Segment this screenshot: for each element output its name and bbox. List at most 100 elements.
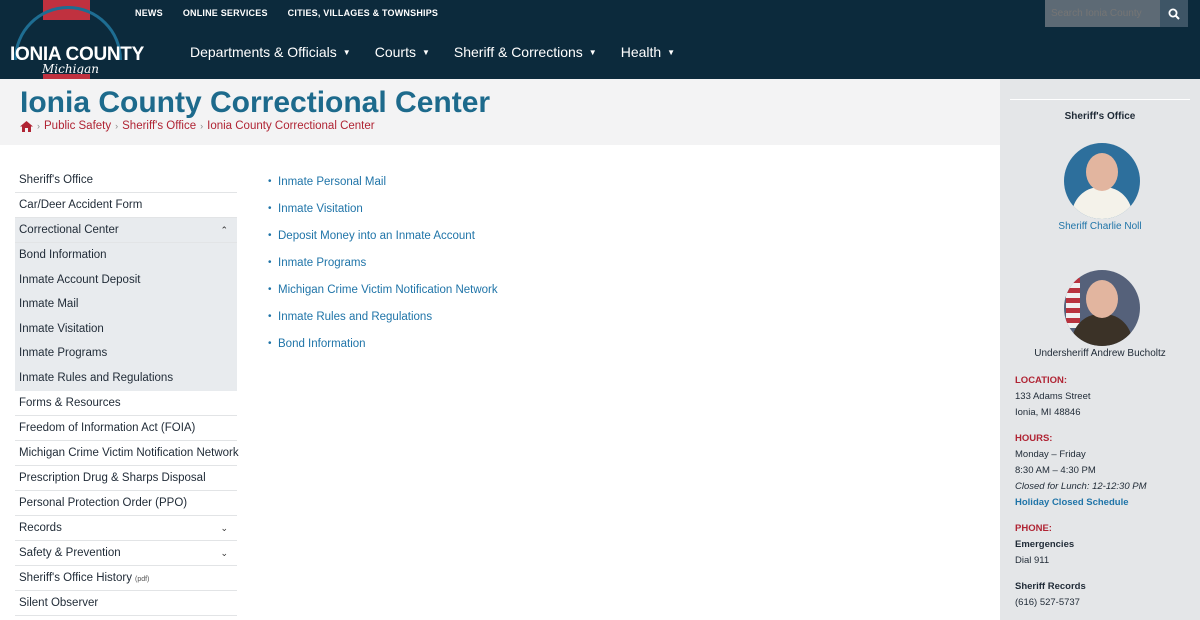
sidebar-item-label: Inmate Rules and Regulations <box>19 371 174 384</box>
topnav-online-services[interactable]: ONLINE SERVICES <box>183 8 268 18</box>
sidebar-item-label: Silent Observer <box>19 596 99 609</box>
records-phone[interactable]: (616) 527-5737 <box>1015 595 1190 611</box>
topnav-news[interactable]: NEWS <box>135 8 163 18</box>
caret-down-icon: ▼ <box>588 48 597 57</box>
nav-label: Health <box>620 44 662 60</box>
nav-health[interactable]: Health ▼ <box>621 44 675 60</box>
search-button[interactable] <box>1160 0 1188 27</box>
hours-label: HOURS: <box>1015 433 1053 444</box>
sidebar-item-label: Personal Protection Order (PPO) <box>19 496 188 509</box>
holiday-schedule-link[interactable]: Holiday Closed Schedule <box>1015 495 1190 511</box>
sidebar-item-label: Correctional Center <box>19 224 119 236</box>
hours-time: 8:30 AM – 4:30 PM <box>1015 465 1096 476</box>
pdf-note: (pdf) <box>134 575 150 583</box>
records-label: Sheriff Records <box>1015 581 1086 592</box>
link-bond-information[interactable]: Bond Information <box>278 338 366 350</box>
sidebar-subitem-inmate-mail[interactable]: Inmate Mail <box>15 292 237 317</box>
county-logo[interactable]: IONIA COUNTY Michigan <box>8 0 144 79</box>
undersheriff-photo <box>1064 270 1140 346</box>
sidebar-item-label: Safety & Prevention <box>19 546 121 559</box>
link-inmate-programs[interactable]: Inmate Programs <box>278 257 366 269</box>
sidebar-item-forms-resources[interactable]: Forms & Resources <box>15 391 237 416</box>
link-crime-victim-network[interactable]: Michigan Crime Victim Notification Netwo… <box>278 284 498 296</box>
breadcrumb-chevron-icon: › <box>37 121 40 131</box>
chevron-down-icon[interactable]: ⌄ <box>220 516 228 540</box>
bullet-icon: • <box>268 176 272 187</box>
bullet-icon: • <box>268 257 272 268</box>
sidebar-subitem-inmate-visitation[interactable]: Inmate Visitation <box>15 316 237 342</box>
breadcrumb-chevron-icon: › <box>200 121 204 131</box>
emergencies-label: Emergencies <box>1015 539 1075 550</box>
link-inmate-personal-mail[interactable]: Inmate Personal Mail <box>278 176 386 188</box>
sidebar-item-label: Sheriff's Office <box>19 174 93 186</box>
sheriff-name-link[interactable]: Sheriff Charlie Noll <box>1000 221 1200 232</box>
sidebar-item-drug-sharps-disposal[interactable]: Prescription Drug & Sharps Disposal <box>15 466 237 491</box>
bullet-icon: • <box>268 284 272 295</box>
sidebar-item-foia[interactable]: Freedom of Information Act (FOIA) <box>15 416 237 441</box>
address-line-2: Ionia, MI 48846 <box>1015 407 1081 418</box>
breadcrumb-public-safety[interactable]: Public Safety <box>44 120 111 132</box>
topnav-cities-villages-townships[interactable]: CITIES, VILLAGES & TOWNSHIPS <box>288 8 438 18</box>
sidebar-item-label: Inmate Visitation <box>19 322 104 335</box>
bullet-icon: • <box>268 311 272 322</box>
sidebar-subitem-bond-information[interactable]: Bond Information <box>15 243 237 268</box>
nav-sheriff-corrections[interactable]: Sheriff & Corrections ▼ <box>454 44 597 60</box>
sidebar-item-ppo[interactable]: Personal Protection Order (PPO) <box>15 491 237 516</box>
undersheriff-name: Undersheriff Andrew Bucholtz <box>1034 348 1166 359</box>
sidebar-item-silent-observer[interactable]: Silent Observer <box>15 591 237 616</box>
sidebar-subitem-inmate-account-deposit[interactable]: Inmate Account Deposit <box>15 267 237 293</box>
phone-label: PHONE: <box>1015 523 1052 534</box>
breadcrumb: › Public Safety › Sheriff's Office › Ion… <box>20 120 375 132</box>
sidebar-item-safety-prevention[interactable]: Safety & Prevention ⌄ <box>15 541 237 566</box>
sidebar-item-label: Inmate Mail <box>19 298 79 311</box>
search-input[interactable] <box>1045 0 1160 27</box>
sidebar-item-records[interactable]: Records ⌄ <box>15 516 237 541</box>
contact-info: LOCATION: 133 Adams Street Ionia, MI 488… <box>1015 373 1190 611</box>
content-link-list: • Inmate Personal Mail • Inmate Visitation… <box>268 168 868 357</box>
chevron-up-icon[interactable]: ⌃ <box>220 218 228 242</box>
photo-shirt <box>1072 314 1132 346</box>
caret-down-icon: ▼ <box>421 48 430 57</box>
caret-down-icon: ▼ <box>667 48 676 57</box>
search-icon <box>1168 8 1180 20</box>
list-item: • Inmate Programs <box>268 249 868 276</box>
breadcrumb-sheriffs-office[interactable]: Sheriff's Office <box>122 120 196 132</box>
nav-label: Sheriff & Corrections <box>453 44 583 60</box>
main-nav: Departments & Officials ▼ Courts ▼ Sheriff… <box>190 44 675 60</box>
link-deposit-money[interactable]: Deposit Money into an Inmate Account <box>278 230 475 242</box>
breadcrumb-chevron-icon: › <box>115 121 119 131</box>
chevron-down-icon[interactable]: ⌄ <box>220 541 228 565</box>
sidebar-item-label: Records <box>19 521 62 534</box>
nav-label: Courts <box>374 44 416 60</box>
link-inmate-rules[interactable]: Inmate Rules and Regulations <box>278 311 432 323</box>
nav-label: Departments & Officials <box>190 44 337 60</box>
address-line-1: 133 Adams Street <box>1015 391 1091 402</box>
sidebar-heading: Sheriff's Office <box>1010 99 1190 122</box>
sidebar-item-crime-victim-network[interactable]: Michigan Crime Victim Notification Netwo… <box>15 441 239 466</box>
link-inmate-visitation[interactable]: Inmate Visitation <box>278 203 363 215</box>
nav-courts[interactable]: Courts ▼ <box>375 44 430 60</box>
sidebar-item-car-deer-accident-form[interactable]: Car/Deer Accident Form <box>15 193 237 218</box>
top-utility-nav: NEWS ONLINE SERVICES CITIES, VILLAGES & … <box>135 8 438 18</box>
sidebar-item-label: Car/Deer Accident Form <box>19 199 143 211</box>
site-header: IONIA COUNTY Michigan NEWS ONLINE SERVIC… <box>0 0 1200 79</box>
nav-departments-officials[interactable]: Departments & Officials ▼ <box>190 44 351 60</box>
location-label: LOCATION: <box>1015 375 1068 386</box>
breadcrumb-correctional-center[interactable]: Ionia County Correctional Center <box>207 120 374 132</box>
sidebar-item-label: Michigan Crime Victim Notification Netwo… <box>19 446 239 459</box>
hours-days: Monday – Friday <box>1015 449 1086 460</box>
sidebar-subitem-inmate-rules[interactable]: Inmate Rules and Regulations <box>15 365 237 391</box>
bullet-icon: • <box>268 338 272 349</box>
sidebar-subitem-inmate-programs[interactable]: Inmate Programs <box>15 341 237 366</box>
sidebar-item-sheriffs-office[interactable]: Sheriff's Office <box>15 168 237 193</box>
sidebar-item-label: Sheriff's Office History <box>19 571 132 584</box>
sheriff-photo[interactable] <box>1064 143 1140 219</box>
list-item: • Deposit Money into an Inmate Account <box>268 222 868 249</box>
sidebar-item-office-history[interactable]: Sheriff's Office History (pdf) <box>15 566 237 591</box>
bullet-icon: • <box>268 203 272 214</box>
sidebar-item-correctional-center[interactable]: Correctional Center ⌃ <box>15 218 237 243</box>
list-item: • Bond Information <box>268 330 868 357</box>
home-icon[interactable] <box>20 120 33 132</box>
